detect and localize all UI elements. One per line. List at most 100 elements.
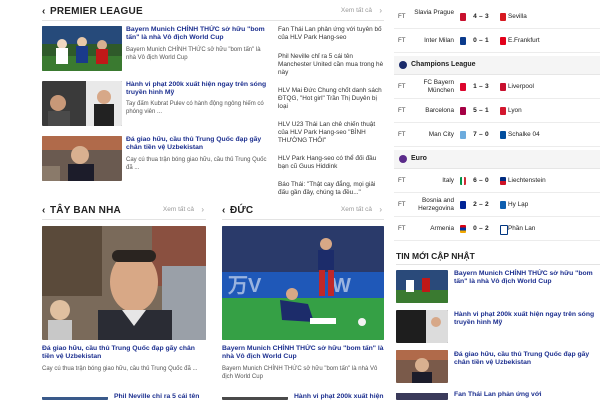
away-team: Lyon bbox=[508, 107, 522, 114]
pl-item-3-sapo: Cay cú thua trận bóng giao hữu, cầu thủ … bbox=[126, 157, 267, 171]
league-euro[interactable]: Euro bbox=[394, 150, 600, 169]
spain-view-all[interactable]: Xem tất cả bbox=[163, 206, 194, 213]
spain-main-thumb[interactable] bbox=[42, 226, 206, 340]
match-status: FT bbox=[398, 131, 406, 138]
germany-view-all[interactable]: Xem tất cả bbox=[341, 206, 372, 213]
list-item[interactable]: Báo Thái: "Thật cay đắng, mọi giải đấu g… bbox=[278, 181, 384, 197]
germany-header: ‹ ĐỨC Xem tất cả › bbox=[222, 205, 384, 220]
home-team: Slavia Prague bbox=[414, 9, 454, 16]
match-row[interactable]: FT Man City 7 – 0 Schalke 04 bbox=[394, 124, 600, 147]
pl-item-1-title[interactable]: Bayern Munich CHÍNH THỨC sở hữu "bom tấn… bbox=[126, 26, 268, 42]
svg-text:万V: 万V bbox=[227, 275, 262, 297]
spain-sapo: Cay cú thua trận bóng giao hữu, cầu thủ … bbox=[42, 366, 198, 372]
list-item[interactable]: HLV Park Hang-seo có thể đối đầu bạn cũ … bbox=[278, 155, 384, 171]
team-crest-icon bbox=[500, 13, 506, 21]
match-score: 2 – 2 bbox=[473, 201, 489, 208]
team-crest-icon bbox=[500, 131, 506, 139]
germany-next-thumb[interactable] bbox=[222, 392, 288, 400]
spain-headline[interactable]: Đá giao hữu, cầu thủ Trung Quốc đạp gãy … bbox=[42, 345, 206, 361]
pl-item-2-title[interactable]: Hành vi phạt 200k xuất hiện ngay trên só… bbox=[126, 81, 268, 97]
latest-item-1-thumb[interactable] bbox=[396, 270, 448, 303]
match-score: 0 – 1 bbox=[473, 37, 489, 44]
fans-photo-image bbox=[396, 393, 448, 400]
chevron-right-icon: › bbox=[379, 6, 382, 15]
svg-text:W: W bbox=[332, 275, 351, 297]
match-status: FT bbox=[398, 107, 406, 114]
pl-item-2-thumb[interactable] bbox=[42, 81, 122, 126]
match-row[interactable]: FT Bosnia and Herzegovina 2 – 2 Hy Lạp bbox=[394, 194, 600, 217]
match-row[interactable]: FT FC Bayern München 1 – 3 Liverpool bbox=[394, 76, 600, 99]
spain-title[interactable]: TÂY BAN NHA bbox=[50, 205, 121, 216]
match-row[interactable]: FT Italy 6 – 0 Liechtenstein bbox=[394, 170, 600, 193]
home-team: Bosnia and Herzegovina bbox=[418, 197, 454, 212]
germany-main-thumb[interactable]: 万V W bbox=[222, 226, 384, 340]
home-team: Barcelona bbox=[425, 107, 454, 114]
football-photo-image bbox=[396, 270, 448, 303]
match-score: 5 – 1 bbox=[473, 107, 489, 114]
germany-sapo: Bayern Munich CHÍNH THỨC sở hữu "bom tấn… bbox=[222, 366, 378, 380]
match-status: FT bbox=[398, 225, 406, 232]
league-champions-league[interactable]: Champions League bbox=[394, 56, 600, 75]
team-crest-icon bbox=[500, 83, 506, 91]
match-row[interactable]: FT Inter Milan 0 – 1 E.Frankfurt bbox=[394, 30, 600, 53]
latest-item-4-thumb[interactable] bbox=[396, 390, 448, 400]
football-photo-image bbox=[42, 26, 122, 71]
latest-item-2-thumb[interactable] bbox=[396, 310, 448, 343]
germany-next-title[interactable]: Hành vi phạt 200k xuất hiện bbox=[294, 393, 384, 400]
spain-header: ‹ TÂY BAN NHA Xem tất cả › bbox=[42, 205, 206, 220]
coach-photo-image bbox=[42, 136, 122, 181]
scores-widget: FT Slavia Prague 4 – 3 Sevilla FT Inter … bbox=[394, 0, 600, 241]
match-status: FT bbox=[398, 13, 406, 20]
latest-item-1-title[interactable]: Bayern Munich CHÍNH THỨC sở hữu "bom tấn… bbox=[454, 270, 600, 286]
spain-next-title[interactable]: Phil Neville chỉ ra 5 cái tên bbox=[114, 393, 208, 400]
germany-headline[interactable]: Bayern Munich CHÍNH THỨC sở hữu "bom tấn… bbox=[222, 345, 384, 361]
latest-item-2-title[interactable]: Hành vi phạt 200k xuất hiện ngay trên só… bbox=[454, 311, 600, 327]
list-item[interactable]: Phil Neville chỉ ra 5 cái tên Manchester… bbox=[278, 53, 384, 77]
away-team: Liverpool bbox=[508, 83, 534, 90]
pl-item-1-sapo: Bayern Munich CHÍNH THỨC sở hữu "bom tấn… bbox=[126, 47, 261, 61]
list-item[interactable]: HLV Mai Đức Chung chốt danh sách ĐTQG, "… bbox=[278, 87, 384, 111]
coach-photo-image bbox=[396, 350, 448, 383]
spain-next-thumb[interactable] bbox=[42, 392, 108, 400]
away-team: Hy Lạp bbox=[508, 201, 529, 208]
match-status: FT bbox=[398, 83, 406, 90]
pl-item-3-thumb[interactable] bbox=[42, 136, 122, 181]
away-team: Sevilla bbox=[508, 13, 527, 20]
premier-league-view-all[interactable]: Xem tất cả bbox=[341, 7, 372, 14]
euro-icon bbox=[399, 155, 407, 163]
match-status: FT bbox=[398, 201, 406, 208]
pl-item-1-thumb[interactable] bbox=[42, 26, 122, 71]
home-team: FC Bayern München bbox=[423, 79, 454, 94]
latest-news-header: TIN MỚI CẬP NHẬT bbox=[396, 251, 600, 265]
match-status: FT bbox=[398, 177, 406, 184]
list-item[interactable]: HLV U23 Thái Lan chê chiến thuật của HLV… bbox=[278, 121, 384, 145]
premier-league-title[interactable]: PREMIER LEAGUE bbox=[50, 6, 143, 17]
team-crest-icon bbox=[500, 201, 506, 209]
latest-item-3-title[interactable]: Đá giao hữu, cầu thủ Trung Quốc đạp gãy … bbox=[454, 351, 600, 367]
home-team: Armenia bbox=[430, 225, 454, 232]
match-row[interactable]: FT Armenia 0 – 2 Phần Lan bbox=[394, 218, 600, 241]
latest-item-4-title[interactable]: Fan Thái Lan phản ứng với bbox=[454, 391, 600, 400]
match-score: 7 – 0 bbox=[473, 131, 489, 138]
latest-item-3-thumb[interactable] bbox=[396, 350, 448, 383]
pl-item-2-sapo: Tay đấm Kubrat Pulev có hành động ngông … bbox=[126, 101, 264, 115]
league-name: Champions League bbox=[411, 61, 476, 68]
premier-league-header: ‹ PREMIER LEAGUE Xem tất cả › bbox=[42, 6, 384, 21]
team-crest-icon bbox=[500, 177, 506, 185]
match-score: 4 – 3 bbox=[473, 13, 489, 20]
match-action-image: 万V W bbox=[222, 226, 384, 340]
match-row[interactable]: FT Slavia Prague 4 – 3 Sevilla bbox=[394, 6, 600, 29]
match-score: 6 – 0 bbox=[473, 177, 489, 184]
match-status: FT bbox=[398, 37, 406, 44]
list-item[interactable]: Fan Thái Lan phản ứng với tuyên bố của H… bbox=[278, 26, 384, 42]
match-row[interactable]: FT Barcelona 5 – 1 Lyon bbox=[394, 100, 600, 123]
match-score: 0 – 2 bbox=[473, 225, 489, 232]
chevron-right-icon: › bbox=[379, 205, 382, 214]
home-team: Inter Milan bbox=[424, 37, 454, 44]
team-crest-icon bbox=[500, 37, 506, 45]
coach-portrait-image bbox=[42, 226, 206, 340]
home-team: Italy bbox=[442, 177, 454, 184]
pl-item-3-title[interactable]: Đá giao hữu, cầu thủ Trung Quốc đạp gãy … bbox=[126, 136, 268, 152]
away-team: Schalke 04 bbox=[508, 131, 540, 138]
germany-title[interactable]: ĐỨC bbox=[230, 205, 253, 216]
